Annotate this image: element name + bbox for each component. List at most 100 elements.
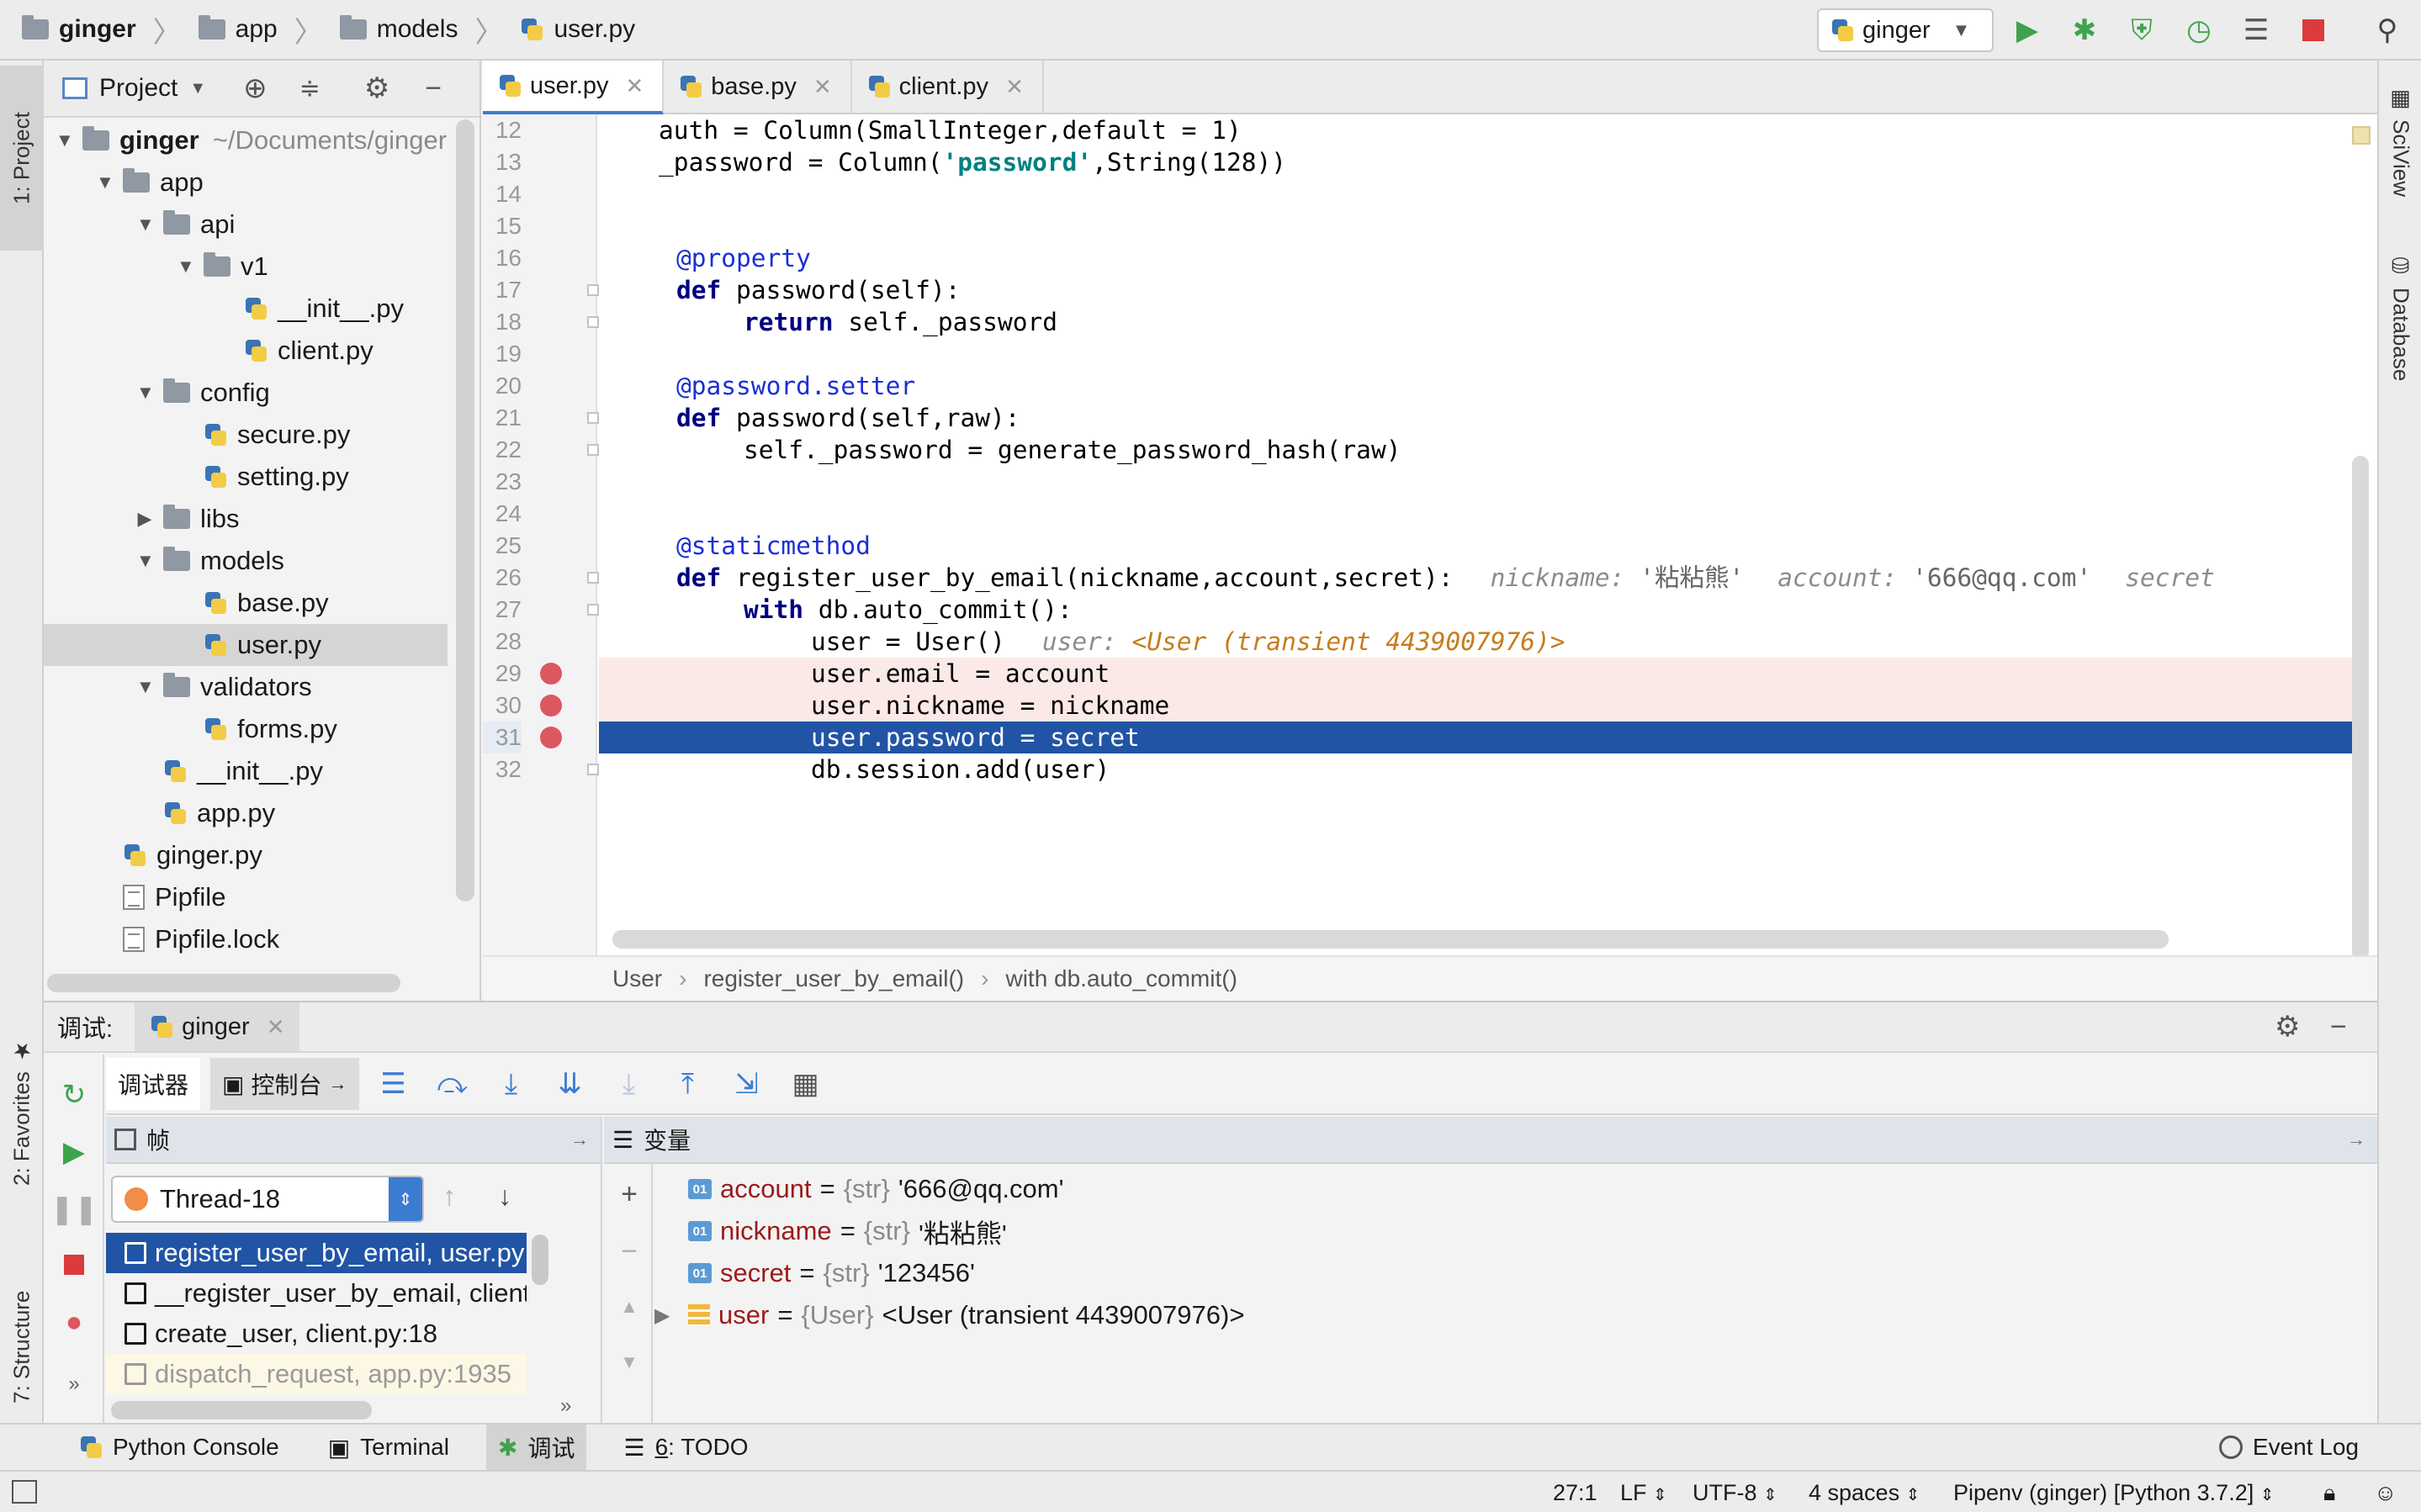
pin-icon[interactable]: → [570,1129,589,1150]
debug-button[interactable]: ✱ [2064,10,2105,50]
inspection-status-icon[interactable] [2352,126,2371,145]
resume-icon[interactable]: ▶ [57,1135,91,1169]
gear-icon[interactable]: ⚙ [2275,1010,2300,1044]
gear-icon[interactable]: ⚙ [364,71,389,105]
editor-tab-client-py[interactable]: client.py ✕ [852,61,1044,113]
variable-row[interactable]: ▶ user = {User} <User (transient 4439007976)… [654,1295,1244,1335]
run-configuration-select[interactable]: ginger ▼ [1817,8,1994,52]
frame-row[interactable]: dispatch_request, app.py:1935 [106,1354,527,1394]
editor-vertical-scrollbar[interactable] [2352,456,2369,960]
expanded-arrow-icon[interactable]: ▼ [136,676,155,698]
lock-icon[interactable]: 🔒︎ [2323,1480,2335,1507]
tree-file[interactable]: __init__.py [44,288,448,330]
tree-vertical-scrollbar[interactable] [456,119,474,901]
tool-windows-icon[interactable] [12,1480,37,1504]
python-console-tab[interactable]: Python Console [67,1425,291,1470]
expanded-arrow-icon[interactable]: ▼ [177,256,195,278]
tree-file[interactable]: user.py [44,624,448,666]
debugger-tab[interactable]: 调试器 [106,1058,201,1110]
tree-file[interactable]: Pipfile.lock [44,918,448,960]
tree-file[interactable]: setting.py [44,456,448,498]
expanded-arrow-icon[interactable]: ▼ [56,130,74,151]
frames-horizontal-scrollbar[interactable] [111,1401,372,1419]
locate-icon[interactable]: ⊕ [243,71,268,105]
caret-position[interactable]: 27:1 [1553,1480,1597,1506]
run-button[interactable]: ▶ [2007,10,2048,50]
event-log-tab[interactable]: Event Log [2207,1425,2371,1470]
minimize-icon[interactable]: − [425,72,442,105]
close-icon[interactable]: ✕ [813,74,832,100]
tree-folder[interactable]: ▼ config [44,372,448,414]
fold-marker-icon[interactable] [587,316,599,328]
expanded-arrow-icon[interactable]: ▼ [96,172,114,193]
fold-marker-icon[interactable] [587,284,599,296]
indent-setting[interactable]: 4 spaces ⇕ [1809,1480,1920,1506]
interpreter-select[interactable]: Pipenv (ginger) [Python 3.7.2] ⇕ [1953,1480,2275,1506]
profile-button[interactable]: ◷ [2179,10,2219,50]
step-over-icon[interactable]: ⤼ [428,1060,477,1108]
pin-icon[interactable]: → [2347,1129,2365,1150]
step-into-my-code-icon[interactable]: ⇊ [546,1060,595,1108]
todo-tab[interactable]: ☰ 6: TODO [612,1425,760,1470]
expanded-arrow-icon[interactable]: ▼ [136,550,155,572]
breadcrumb-block[interactable]: with db.auto_commit() [1005,965,1237,992]
fold-marker-icon[interactable] [587,572,599,584]
editor-gutter[interactable]: 12 13 14 15 16 17 18 19 20 21 22 23 24 25 26 27 28 29 30 31… [483,114,599,955]
editor-tab-user-py[interactable]: user.py ✕ [483,61,665,114]
force-step-into-icon[interactable]: ⤓ [605,1060,654,1108]
evaluate-expression-icon[interactable]: ▦ [781,1060,830,1108]
editor-horizontal-scrollbar[interactable] [612,930,2169,949]
breadcrumb-app[interactable]: app [198,15,278,44]
show-execution-point-icon[interactable]: ☰ [369,1060,418,1108]
tree-horizontal-scrollbar[interactable] [47,974,400,992]
tree-file[interactable]: base.py [44,582,448,624]
code-area[interactable]: auth = Column(SmallInteger,default = 1) … [599,114,2365,955]
debug-session-tab[interactable]: ginger ✕ [135,1002,300,1051]
previous-frame-icon[interactable]: ↑ [442,1181,456,1212]
debug-tab[interactable]: ✱ 调试 [485,1425,587,1470]
expand-arrow-icon[interactable]: ▶ [654,1303,680,1328]
frames-vertical-scrollbar[interactable] [532,1234,548,1285]
step-out-icon[interactable]: ⤒ [664,1060,713,1108]
variable-row[interactable]: 01 nickname = {str} '粘粘熊' [654,1211,1007,1251]
tree-folder[interactable]: ▼ ginger ~/Documents/ginger [44,119,448,161]
tree-file[interactable]: forms.py [44,708,448,750]
minimize-icon[interactable]: − [2330,1011,2347,1044]
more-icon[interactable]: » [57,1367,91,1401]
frame-row[interactable]: create_user, client.py:18 [106,1314,527,1354]
breakpoint-icon[interactable] [540,727,562,748]
close-icon[interactable]: ✕ [267,1014,285,1040]
thread-select[interactable]: Thread-18 ⇕ [111,1176,424,1223]
tree-folder[interactable]: ▼ app [44,161,448,204]
frame-row[interactable]: __register_user_by_email, client.py:32 [106,1273,527,1314]
fold-marker-icon[interactable] [587,764,599,775]
breakpoint-icon[interactable] [540,695,562,716]
step-into-icon[interactable]: ⤓ [487,1060,536,1108]
fold-marker-icon[interactable] [587,444,599,456]
fold-marker-icon[interactable] [587,412,599,424]
tree-file[interactable]: __init__.py [44,750,448,792]
tree-file[interactable]: ginger.py [44,834,448,876]
tree-file[interactable]: secure.py [44,414,448,456]
more-icon[interactable]: » [560,1394,571,1418]
breadcrumb-project[interactable]: ginger [22,15,136,44]
project-tool-tab[interactable]: 1: Project [0,66,44,251]
console-tab[interactable]: ▣ 控制台 → [210,1058,359,1110]
breadcrumb-class[interactable]: User [612,965,662,992]
breadcrumb-file[interactable]: user.py [520,15,635,44]
view-breakpoints-icon[interactable]: ● [57,1305,91,1339]
tree-file[interactable]: client.py [44,330,448,372]
line-separator[interactable]: LF ⇕ [1620,1480,1667,1506]
pause-icon[interactable]: ❚❚ [50,1192,98,1226]
breadcrumb-function[interactable]: register_user_by_email() [703,965,964,992]
concurrency-diagram-button[interactable]: ☰ [2236,10,2276,50]
tree-folder[interactable]: ▼ validators [44,666,448,708]
editor-tab-base-py[interactable]: base.py ✕ [664,61,852,113]
collapse-all-icon[interactable]: ≑ [299,74,321,103]
breakpoint-icon[interactable] [540,663,562,685]
tree-folder[interactable]: ▶ libs [44,498,448,540]
run-with-coverage-button[interactable]: ⛨ [2122,10,2162,50]
terminal-tab[interactable]: ▣ Terminal [316,1425,461,1470]
close-icon[interactable]: ✕ [626,73,644,99]
next-frame-icon[interactable]: ↓ [498,1181,511,1212]
